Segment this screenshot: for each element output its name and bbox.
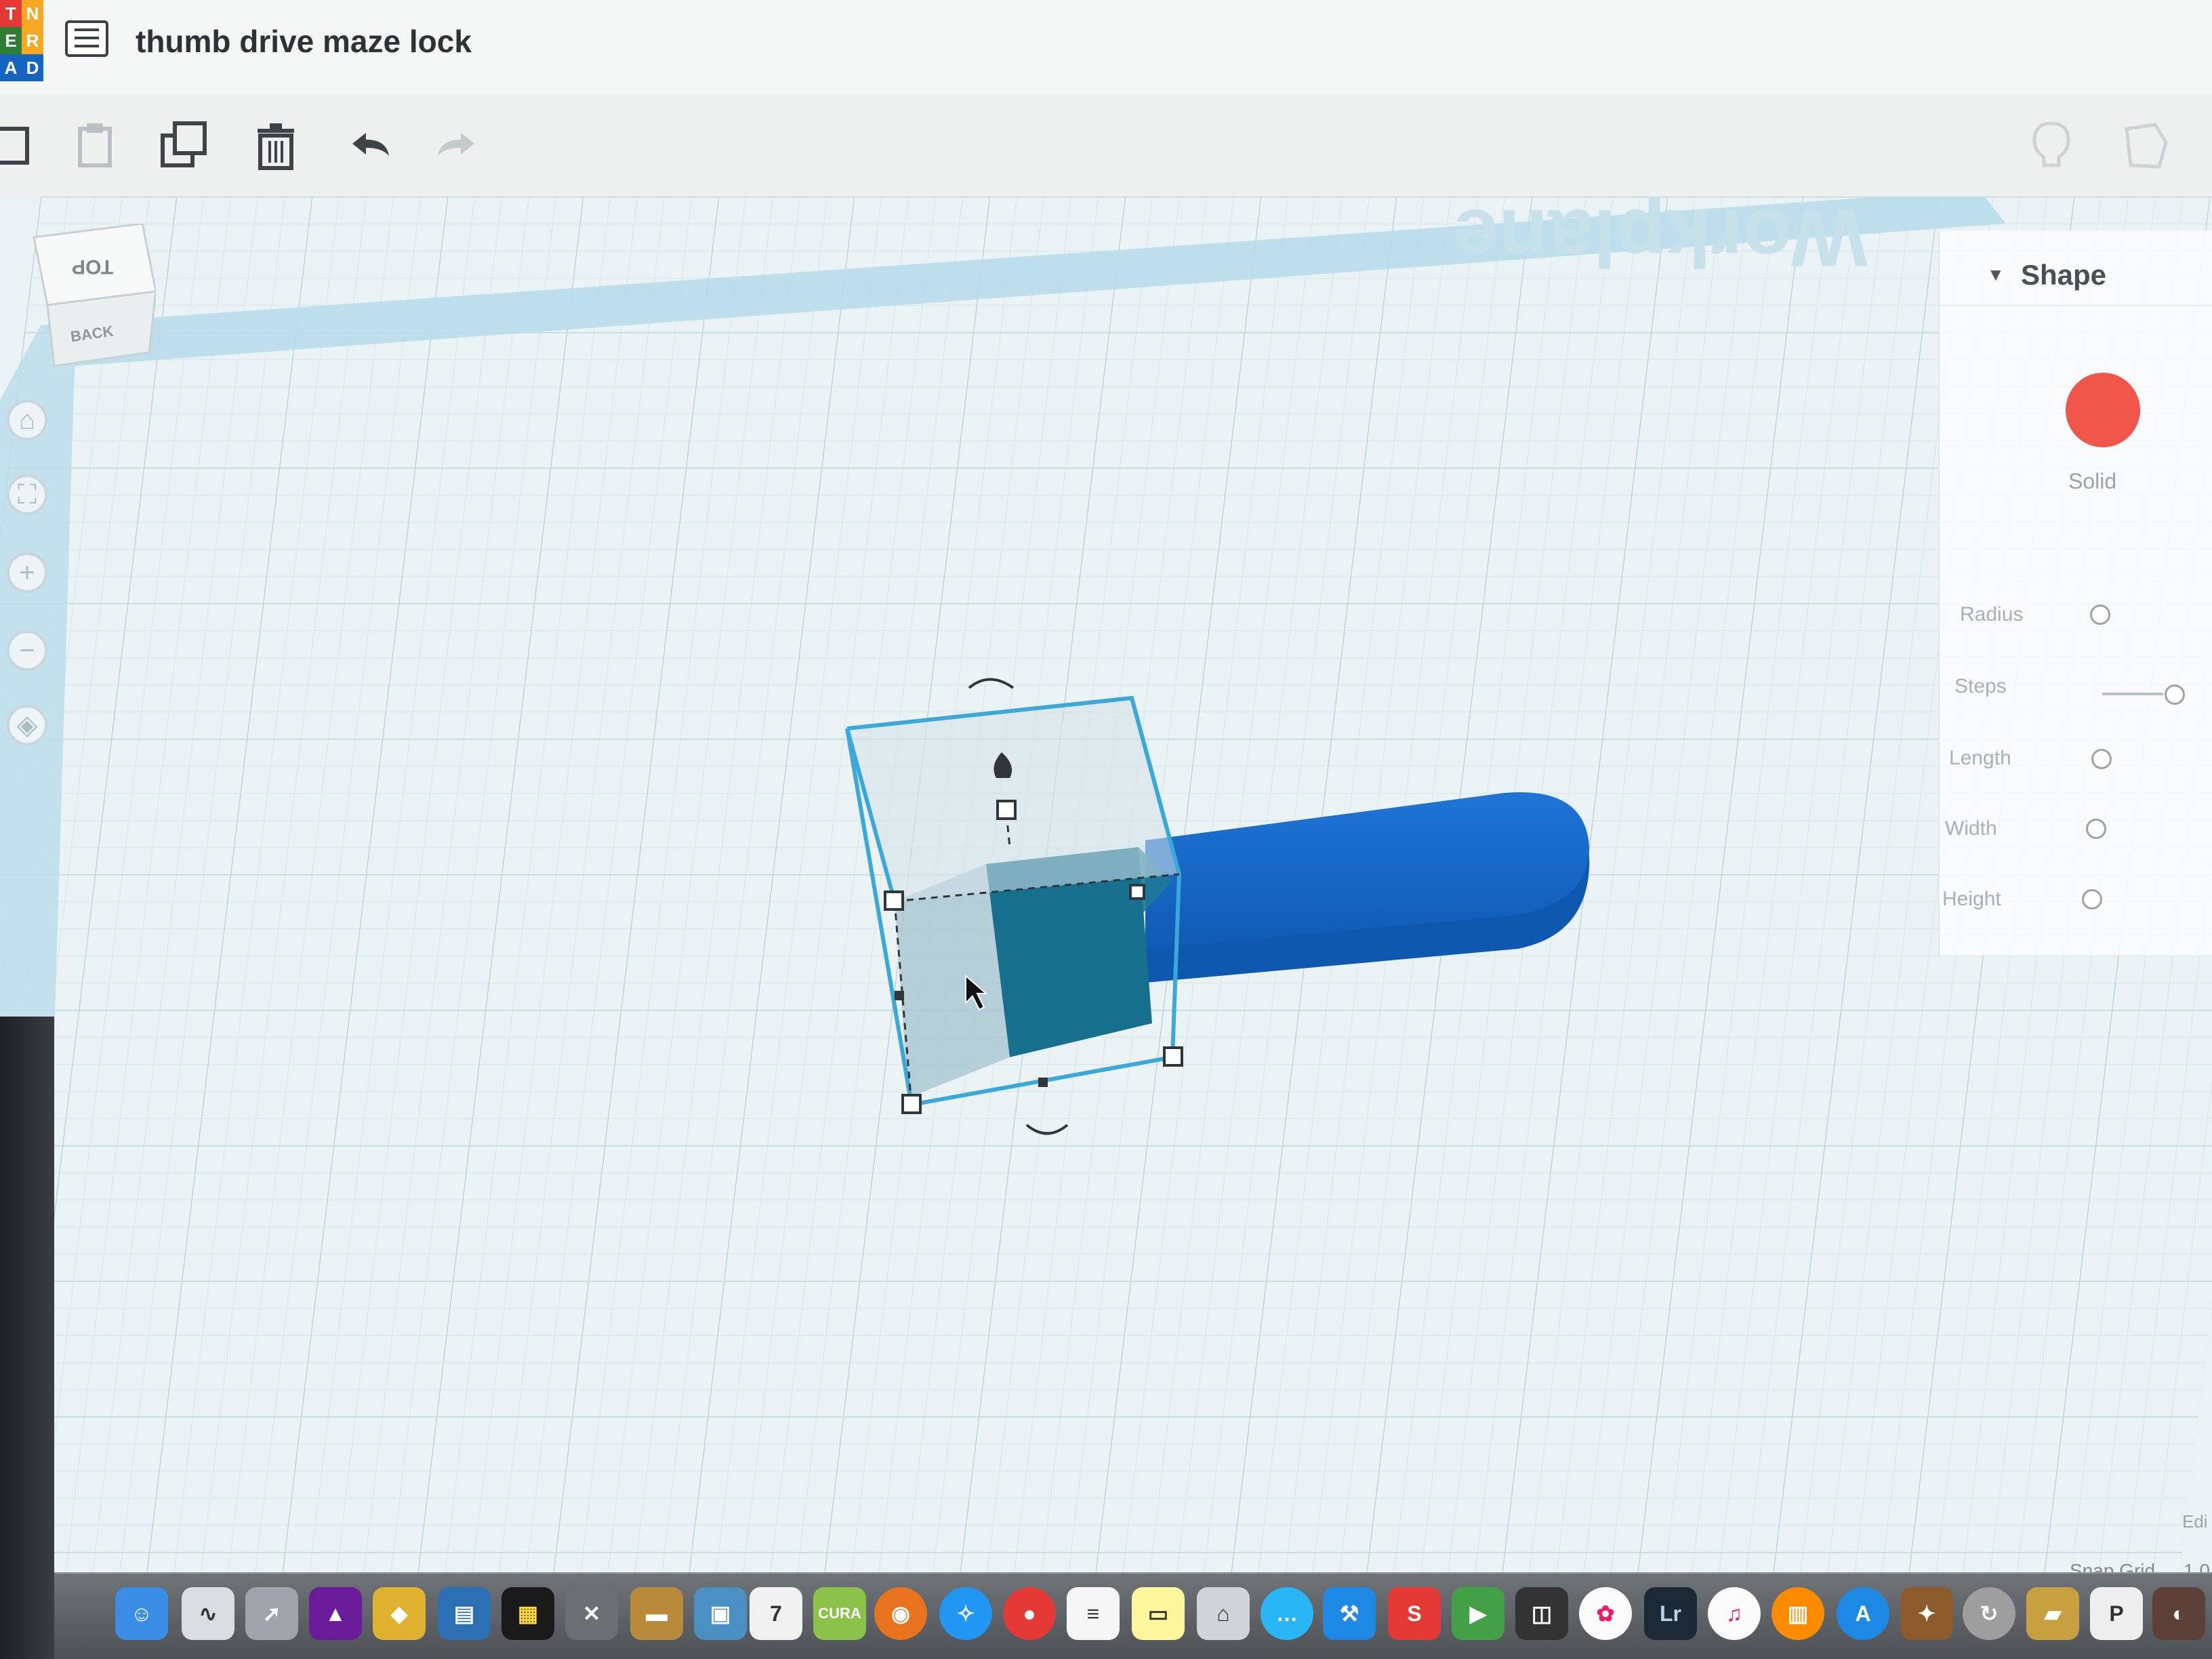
logo-letter: D [22,54,43,81]
undo-icon[interactable] [332,108,407,183]
zoom-out-icon[interactable]: − [7,630,47,671]
view-cube[interactable]: TOP BACK [27,222,157,373]
logo-letter: A [0,54,22,81]
toolbar [0,95,2212,198]
affinity-icon[interactable]: ▲ [309,1587,362,1640]
shape-inspector: ▼ Shape Solid Radius Steps Length Width … [1938,230,2212,956]
edge-handle[interactable] [1038,1078,1048,1087]
3d-viewport[interactable]: Workplane [0,197,2212,1572]
width-label: Width [1945,817,1997,840]
height-slider-knob[interactable] [2082,889,2102,909]
app-store-icon[interactable]: A [1837,1587,1889,1640]
length-slider-knob[interactable] [2091,749,2112,769]
fit-view-icon[interactable]: ⛶ [7,474,47,515]
corner-handle[interactable] [1129,884,1145,900]
safari-icon[interactable]: ✧ [939,1587,992,1640]
trash-icon[interactable] [239,108,313,183]
view-cube-top-label[interactable]: TOP [72,255,113,278]
logo-letter: N [22,0,43,27]
perspective-toggle-icon[interactable]: ◈ [7,705,47,745]
stickies-icon[interactable]: ▭ [1132,1587,1185,1640]
textedit-icon[interactable]: ≡ [1067,1587,1120,1640]
radius-slider-knob[interactable] [2090,605,2110,625]
workplane-label: Workplane [1453,197,1867,283]
duplicate-icon[interactable] [148,108,222,183]
solid-color-swatch[interactable] [2066,373,2140,447]
length-label: Length [1949,747,2011,769]
shape-inspector-header[interactable]: ▼ Shape [1940,244,2212,306]
monitor-bezel [0,1017,54,1659]
workplane-canvas[interactable]: Workplane [0,197,2212,1572]
paste-icon[interactable] [57,108,131,183]
height-label: Height [1942,888,2001,910]
preview-icon[interactable]: ▣ [694,1587,747,1640]
folder-icon[interactable]: ▰ [2026,1587,2079,1640]
steps-slider-knob[interactable] [2165,684,2185,705]
lightbulb-icon[interactable] [2014,108,2089,183]
title-bar: T N E R A D thumb drive maze lock [0,0,2212,96]
logo-letter: R [22,27,43,54]
corner-handle[interactable] [1163,1046,1183,1067]
maps-icon[interactable]: ⌂ [1197,1587,1250,1640]
sketchup-icon[interactable]: S [1388,1587,1441,1640]
database-icon[interactable]: ▤ [438,1587,491,1640]
photos-icon[interactable]: ✿ [1579,1587,1632,1640]
zoom-in-icon[interactable]: + [7,552,47,593]
pages-icon[interactable]: P [2090,1587,2143,1640]
cura-icon[interactable]: CURA [813,1587,866,1640]
game-icon[interactable]: ✦ [1900,1587,1953,1640]
utility-icon[interactable]: ✕ [565,1587,618,1640]
group-icon[interactable] [2108,108,2182,183]
finder-icon[interactable]: ☺ [115,1587,168,1640]
steps-label: Steps [1954,675,2007,697]
collapse-caret-icon[interactable]: ▼ [1987,264,2005,285]
screen: T N E R A D thumb drive maze lock Workpl… [0,0,2212,1659]
edge-handle[interactable] [895,991,904,1000]
design-title[interactable]: thumb drive maze lock [136,23,472,60]
logo-letter: T [0,0,22,27]
corner-handle[interactable] [901,1094,922,1114]
firefox-icon[interactable]: ◉ [874,1587,927,1640]
cyberduck-icon[interactable]: ◆ [373,1587,426,1640]
facetime-icon[interactable]: ▶ [1452,1587,1504,1640]
home-view-icon[interactable]: ⌂ [7,400,47,441]
width-slider-knob[interactable] [2086,819,2106,839]
photo-booth-icon[interactable]: ◫ [1515,1587,1568,1640]
itunes-icon[interactable]: ♫ [1708,1587,1761,1640]
activity-icon[interactable]: ▦ [501,1587,554,1640]
xcode-icon[interactable]: ⚒ [1323,1587,1376,1640]
sync-icon[interactable]: ↻ [1963,1587,2015,1640]
height-handle[interactable] [996,800,1017,820]
radius-label: Radius [1960,603,2024,626]
dock: ☺ ∿ ➚ ▲ ◆ ▤ ▦ ✕ ▬ ▣ 7 CURA ◉ ✧ ● ≡ ▭ ⌂ …… [54,1572,2212,1659]
ibooks-icon[interactable]: ▥ [1771,1587,1824,1640]
app-icon[interactable]: ◐ [2152,1587,2205,1640]
lightroom-icon[interactable]: Lr [1644,1587,1697,1640]
copy-icon[interactable] [0,108,47,183]
steps-slider-track[interactable] [2102,693,2163,695]
shape-inspector-title: Shape [2021,259,2107,291]
logo-letter: E [0,27,22,54]
chrome-icon[interactable]: ● [1003,1587,1056,1640]
solid-label[interactable]: Solid [2068,469,2116,494]
design-menu-icon[interactable] [65,20,108,57]
edit-grid-link[interactable]: Edi [2182,1511,2208,1532]
messages-icon[interactable]: … [1261,1587,1313,1640]
corner-handle[interactable] [884,890,904,911]
calendar-icon[interactable]: 7 [750,1587,802,1640]
notes-icon[interactable]: ▬ [630,1587,683,1640]
redo-icon[interactable] [420,108,495,183]
tinkercad-logo[interactable]: T N E R A D [0,0,43,81]
launchpad-icon[interactable]: ➚ [245,1587,298,1640]
system-monitor-icon[interactable]: ∿ [182,1587,234,1640]
